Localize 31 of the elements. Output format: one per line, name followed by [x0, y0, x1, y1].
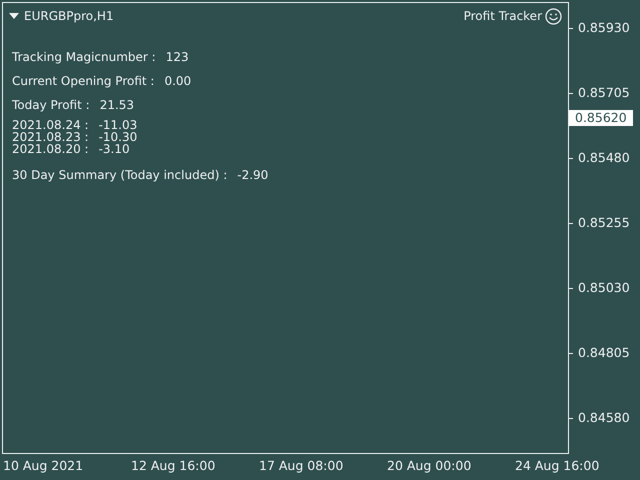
stat-label: Tracking Magicnumber :: [12, 49, 156, 66]
indicator-name: Profit Tracker: [464, 8, 542, 25]
time-label: 12 Aug 16:00: [131, 457, 216, 475]
time-label: 20 Aug 00:00: [387, 457, 472, 475]
summary-value: -2.90: [237, 167, 268, 184]
profit-value: -3.10: [98, 143, 130, 155]
stat-value: 0.00: [164, 73, 192, 90]
stat-label: Today Profit :: [12, 97, 90, 114]
stat-value: 123: [166, 49, 189, 66]
price-label: 0.85480: [577, 150, 631, 166]
symbol-label: EURGBPpro,H1: [24, 8, 114, 25]
date-label: 2021.08.23 :: [12, 131, 89, 143]
price-label: 0.85705: [577, 85, 631, 101]
smiley-icon: [545, 8, 562, 24]
price-label: 0.84580: [577, 410, 631, 426]
summary-label: 30 Day Summary (Today included) :: [12, 167, 228, 184]
price-label: 0.84805: [577, 345, 631, 361]
stat-label: Current Opening Profit :: [12, 73, 154, 90]
price-label: 0.85930: [577, 20, 631, 36]
time-label: 17 Aug 08:00: [259, 457, 344, 475]
dropdown-triangle-icon[interactable]: [9, 13, 19, 19]
profit-value: -11.03: [98, 119, 138, 131]
stat-value: 21.53: [100, 97, 134, 114]
profit-value: -10.30: [98, 131, 138, 143]
date-label: 2021.08.24 :: [12, 119, 89, 131]
time-label: 24 Aug 16:00: [515, 457, 600, 475]
price-label: 0.85030: [577, 280, 631, 296]
price-label: 0.85255: [577, 215, 631, 231]
current-price-label: 0.85620: [569, 110, 633, 126]
date-label: 2021.08.20 :: [12, 143, 89, 155]
time-label: 10 Aug 2021: [3, 457, 84, 475]
